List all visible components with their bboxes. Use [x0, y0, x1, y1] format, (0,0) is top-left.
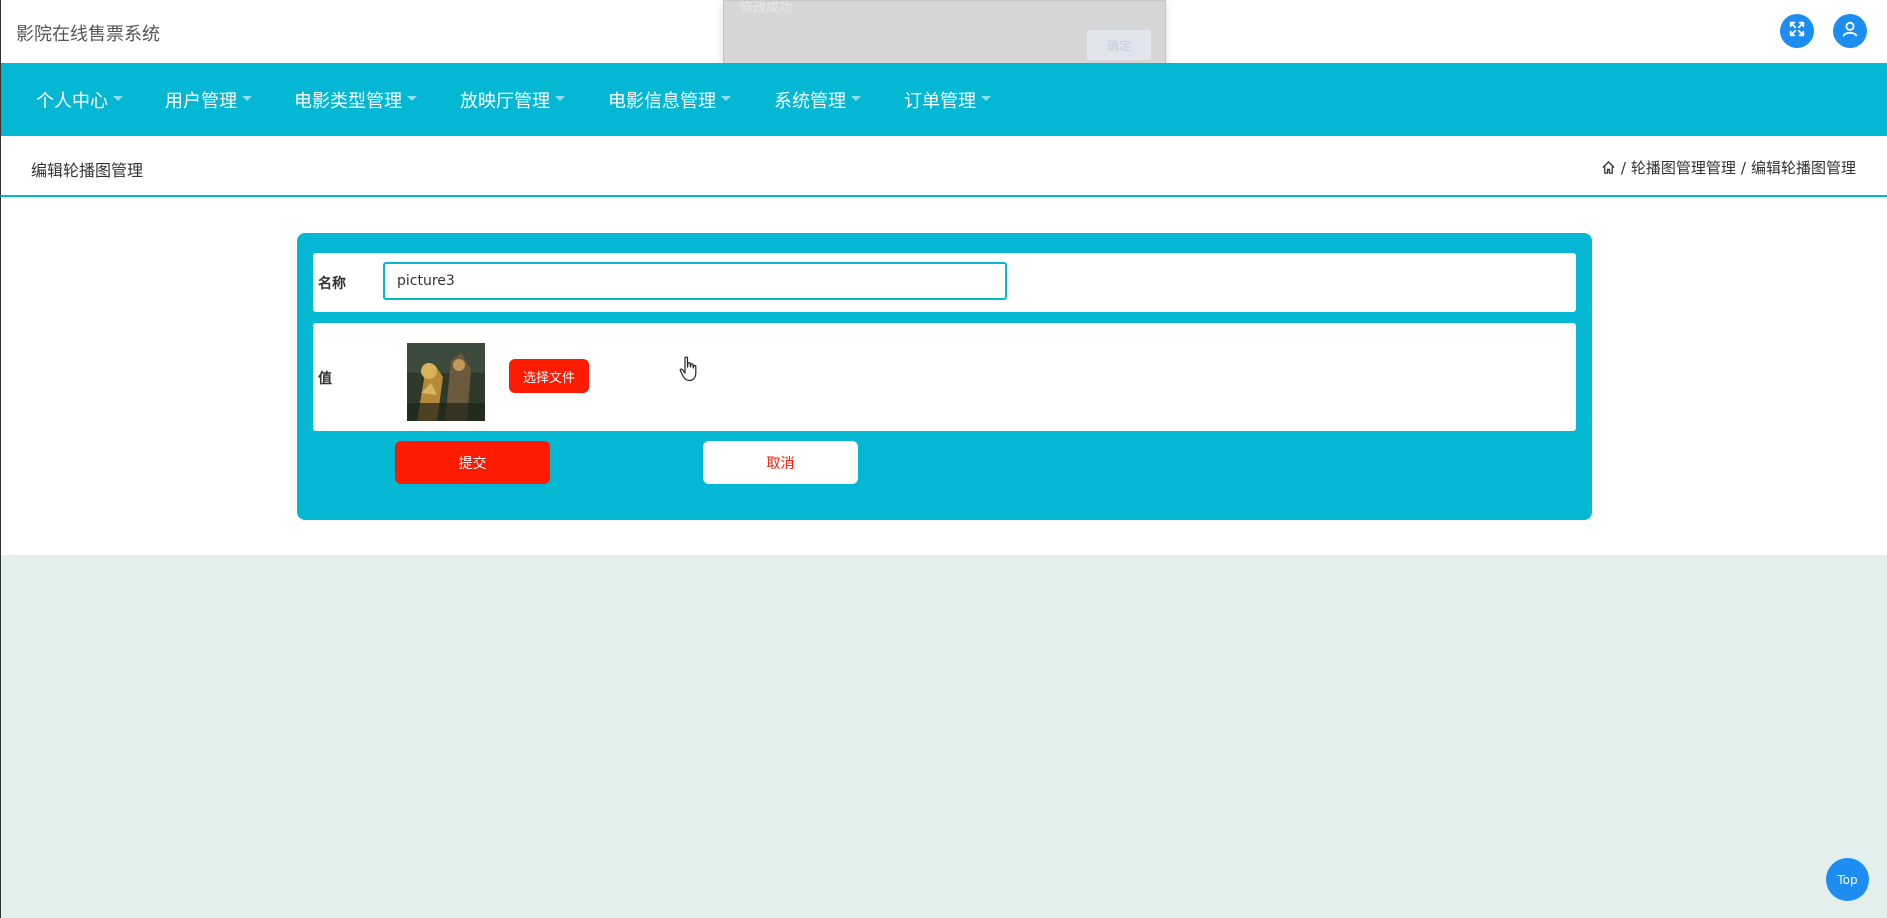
- breadcrumb-item-carousel-management[interactable]: 轮播图管理管理: [1631, 157, 1736, 178]
- submit-button[interactable]: 提交: [395, 441, 550, 484]
- caret-down-icon: [407, 96, 417, 101]
- breadcrumb-separator: /: [1620, 158, 1626, 177]
- edit-form: 名称 值 选择文件 提交 取消: [297, 233, 1592, 520]
- hand-cursor-icon: [679, 356, 699, 382]
- name-row: 名称: [313, 253, 1576, 312]
- nav-item-system-management[interactable]: 系统管理: [774, 63, 861, 136]
- breadcrumb-separator: /: [1740, 158, 1746, 177]
- expand-icon: [1788, 20, 1806, 42]
- left-border: [0, 555, 1, 918]
- name-label: 名称: [318, 276, 346, 292]
- caret-down-icon: [242, 96, 252, 101]
- value-label: 值: [318, 371, 332, 387]
- user-button[interactable]: [1833, 14, 1867, 48]
- name-input[interactable]: [383, 262, 1007, 300]
- nav-item-label: 用户管理: [165, 90, 237, 112]
- nav-item-movie-type-management[interactable]: 电影类型管理: [294, 63, 417, 136]
- user-icon: [1841, 20, 1859, 42]
- home-icon[interactable]: [1601, 160, 1616, 175]
- nav-item-user-management[interactable]: 用户管理: [165, 63, 252, 136]
- page-header: 编辑轮播图管理 / 轮播图管理管理 / 编辑轮播图管理: [0, 136, 1887, 197]
- page: 影院在线售票系统 修改成功 确定 个人中心 用户管理 电影类型管理 放映厅管理 …: [0, 0, 1887, 918]
- caret-down-icon: [113, 96, 123, 101]
- value-row: 值 选择文件: [313, 323, 1576, 431]
- choose-file-button[interactable]: 选择文件: [509, 359, 589, 393]
- toast-message: 修改成功: [740, 1, 793, 16]
- nav-item-label: 放映厅管理: [460, 90, 550, 112]
- caret-down-icon: [981, 96, 991, 101]
- image-preview: [407, 343, 485, 421]
- nav-item-label: 个人中心: [36, 90, 108, 112]
- breadcrumb-item-edit-carousel: 编辑轮播图管理: [1750, 159, 1856, 177]
- nav-item-label: 电影信息管理: [608, 90, 716, 112]
- caret-down-icon: [851, 96, 861, 101]
- nav-item-personal-center[interactable]: 个人中心: [36, 63, 123, 136]
- caret-down-icon: [555, 96, 565, 101]
- back-to-top-button[interactable]: Top: [1826, 858, 1869, 901]
- toast-ok-button[interactable]: 确定: [1087, 30, 1151, 60]
- nav-item-label: 订单管理: [904, 90, 976, 112]
- fullscreen-button[interactable]: [1780, 14, 1814, 48]
- nav-item-label: 系统管理: [774, 90, 846, 112]
- nav-item-movie-info-management[interactable]: 电影信息管理: [608, 63, 731, 136]
- cancel-button[interactable]: 取消: [703, 441, 858, 484]
- page-title: 编辑轮播图管理: [31, 161, 144, 180]
- app-title: 影院在线售票系统: [16, 24, 160, 45]
- nav-item-hall-management[interactable]: 放映厅管理: [460, 63, 565, 136]
- nav-item-order-management[interactable]: 订单管理: [904, 63, 991, 136]
- caret-down-icon: [721, 96, 731, 101]
- main-nav: 个人中心 用户管理 电影类型管理 放映厅管理 电影信息管理 系统管理 订单管理: [0, 63, 1887, 136]
- breadcrumb: / 轮播图管理管理 / 编辑轮播图管理: [1601, 157, 1856, 178]
- nav-item-label: 电影类型管理: [294, 90, 402, 112]
